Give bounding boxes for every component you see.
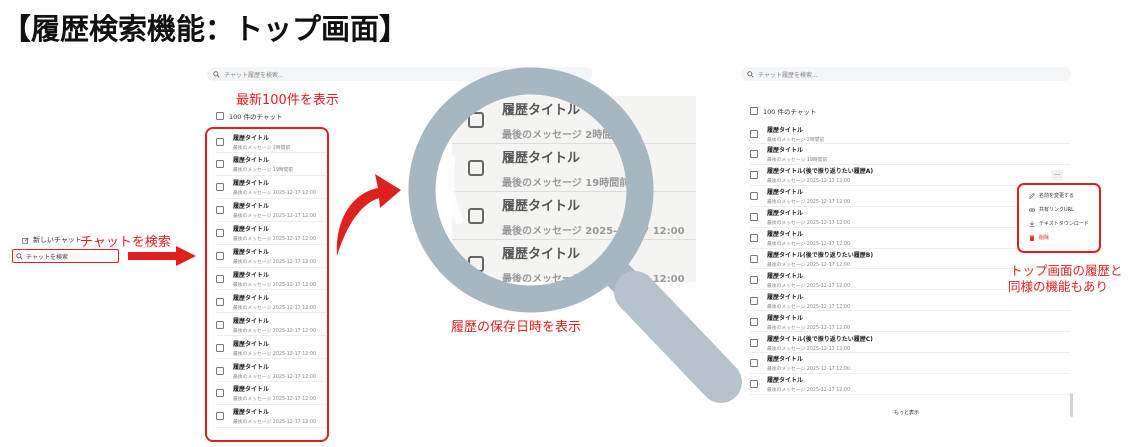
list-item-title: 履歴タイトル bbox=[767, 293, 804, 301]
list-item-subtitle: 最後のメッセージ 2025-12-17 12:00 bbox=[767, 304, 851, 310]
page-heading: 【履歴検索機能：トップ画面】 bbox=[2, 12, 409, 46]
checkbox[interactable] bbox=[750, 171, 758, 180]
search-icon bbox=[16, 252, 23, 260]
checkbox[interactable] bbox=[750, 338, 758, 347]
download-icon bbox=[1029, 220, 1035, 227]
list-item-title: 履歴タイトル bbox=[767, 356, 804, 364]
list-item-subtitle: 最後のメッセージ 2025-12-17 12:00 bbox=[767, 346, 851, 352]
list-item-title: 履歴タイトル bbox=[767, 189, 804, 197]
list-item[interactable]: 履歴タイトル最後のメッセージ 2025-12-17 12:00 bbox=[750, 354, 1070, 374]
checkbox[interactable] bbox=[216, 112, 224, 120]
checkbox[interactable] bbox=[750, 380, 758, 389]
checkbox[interactable] bbox=[750, 254, 758, 263]
menu-download[interactable]: テキストダウンロード bbox=[1029, 220, 1089, 227]
new-chat-label: 新しいチャット bbox=[33, 236, 82, 244]
link-icon bbox=[1029, 208, 1035, 211]
list-item-title: 履歴タイトル bbox=[767, 377, 804, 385]
list-item-text: 履歴タイトル(後で振り返りたい履歴A) 最後のメッセージ 2025-12-17 1… bbox=[767, 166, 873, 184]
list-item[interactable]: 履歴タイトル最後のメッセージ 2025-12-17 12:00 bbox=[750, 375, 1070, 395]
list-item-title: 履歴タイトル bbox=[767, 231, 804, 238]
list-item-title: 履歴タイトル bbox=[767, 210, 804, 218]
right-search-placeholder: チャット履歴を検索... bbox=[758, 71, 818, 79]
list-item-subtitle: 最後のメッセージ 19時間前 bbox=[767, 158, 828, 164]
show-more-button[interactable]: もっと表示 bbox=[894, 409, 919, 416]
menu-delete-label: 削除 bbox=[1039, 235, 1050, 241]
context-menu: 名前を変更する 共有リンクURL テキストダウンロード 削除 bbox=[1017, 183, 1101, 253]
latest100-annotation: 最新100件を表示 bbox=[236, 93, 339, 108]
list-item-text: 履歴タイトル最後のメッセージ 19時間前 bbox=[767, 145, 827, 163]
list-item-text: 履歴タイトル最後のメッセージ 2時間前 bbox=[767, 125, 824, 143]
left-count-label: 100 件のチャット bbox=[229, 113, 283, 121]
search-chat-label: チャットを検索 bbox=[26, 253, 68, 261]
magnifier-icon bbox=[408, 67, 742, 403]
menu-rename-label: 名前を変更する bbox=[1039, 193, 1075, 199]
same-features-annotation-2: 同様の機能もあり bbox=[1008, 279, 1109, 294]
checkbox[interactable] bbox=[750, 275, 758, 284]
list-item[interactable]: 履歴タイトル(後で振り返りたい履歴C) 最後のメッセージ 2025-12-17 1… bbox=[750, 333, 1070, 353]
highlight-left-list bbox=[205, 127, 329, 442]
checkbox[interactable] bbox=[750, 234, 758, 242]
search-chat-button[interactable]: チャットを検索 bbox=[12, 249, 119, 263]
item-menu-button[interactable]: … bbox=[1051, 170, 1063, 180]
list-item-subtitle: 最後のメッセージ 2025-12-17 12:00 bbox=[767, 200, 851, 206]
left-select-all[interactable]: 100 件のチャット bbox=[216, 111, 282, 121]
list-item-subtitle: 最後のメッセージ 2025-12-17 12:00 bbox=[767, 325, 851, 331]
list-item-subtitle: 最後のメッセージ 2025-12-17 12:00 bbox=[767, 283, 851, 289]
list-item-title: 履歴タイトル(後で振り返りたい履歴B) bbox=[767, 251, 874, 259]
menu-delete[interactable]: 削除 bbox=[1029, 234, 1049, 241]
menu-rename[interactable]: 名前を変更する bbox=[1029, 192, 1074, 199]
search-icon bbox=[747, 70, 754, 78]
list-item-text: 履歴タイトル最後のメッセージ 2025-12-17 12:00 bbox=[767, 229, 850, 247]
list-item-title: 履歴タイトル bbox=[767, 147, 804, 155]
arrow-right-icon bbox=[128, 246, 196, 266]
list-item-subtitle: 最後のメッセージ 2025-12-17 12:00 bbox=[767, 262, 851, 268]
checkbox[interactable] bbox=[750, 150, 758, 159]
checkbox[interactable] bbox=[750, 213, 758, 222]
list-item-subtitle: 最後のメッセージ 2025-12-17 12:00 bbox=[767, 242, 851, 247]
checkbox[interactable] bbox=[750, 107, 758, 115]
scrollbar[interactable] bbox=[1070, 393, 1073, 417]
compose-icon bbox=[22, 236, 29, 244]
list-item-text: 履歴タイトル最後のメッセージ 2025-12-17 12:00 bbox=[767, 187, 850, 205]
trash-icon bbox=[1029, 235, 1035, 241]
list-item-text: 履歴タイトル最後のメッセージ 2025-12-17 12:00 bbox=[767, 375, 850, 393]
right-select-all[interactable]: 100 件のチャット bbox=[750, 106, 816, 116]
menu-share-label: 共有リンクURL bbox=[1039, 207, 1074, 213]
list-item-subtitle: 最後のメッセージ 2025-12-17 12:00 bbox=[767, 179, 851, 185]
list-item-subtitle: 最後のメッセージ 2025-12-17 12:00 bbox=[767, 367, 851, 373]
list-item-title: 履歴タイトル(後で振り返りたい履歴C) bbox=[767, 335, 873, 343]
list-item[interactable]: 履歴タイトル最後のメッセージ 2025-12-17 12:00 bbox=[750, 312, 1070, 333]
pencil-icon bbox=[1029, 192, 1035, 199]
menu-share-link[interactable]: 共有リンクURL bbox=[1029, 206, 1074, 213]
checkbox[interactable] bbox=[750, 359, 758, 368]
list-item-text: 履歴タイトル最後のメッセージ 2025-12-17 12:00 bbox=[767, 354, 850, 372]
list-item-text: 履歴タイトル(後で振り返りたい履歴C) 最後のメッセージ 2025-12-17 1… bbox=[767, 334, 873, 352]
list-item-text: 履歴タイトル最後のメッセージ 2025-12-17 12:00 bbox=[767, 292, 850, 310]
list-item-title: 履歴タイトル(後で振り返りたい履歴A) bbox=[767, 168, 874, 176]
search-icon bbox=[213, 70, 220, 78]
list-item-text: 履歴タイトル最後のメッセージ 2025-12-17 12:00 bbox=[767, 271, 850, 289]
checkbox[interactable] bbox=[750, 317, 758, 326]
list-item-subtitle: 最後のメッセージ 2025-12-17 12:00 bbox=[767, 388, 851, 394]
left-search-placeholder: チャット履歴を検索... bbox=[224, 71, 284, 79]
checkbox[interactable] bbox=[750, 296, 758, 305]
list-item-title: 履歴タイトル bbox=[767, 272, 804, 280]
list-item-title: 履歴タイトル bbox=[767, 126, 804, 134]
right-count-label: 100 件のチャット bbox=[763, 108, 817, 116]
list-item[interactable]: 履歴タイトル最後のメッセージ 19時間前 bbox=[750, 145, 1070, 165]
list-item-subtitle: 最後のメッセージ 2時間前 bbox=[767, 137, 825, 143]
checkbox[interactable] bbox=[750, 192, 758, 201]
list-item-text: 履歴タイトル(後で振り返りたい履歴B) 最後のメッセージ 2025-12-17 1… bbox=[767, 250, 873, 268]
menu-download-label: テキストダウンロード bbox=[1039, 221, 1089, 227]
list-item[interactable]: 履歴タイトル最後のメッセージ 2時間前 bbox=[750, 124, 1070, 144]
list-item-subtitle: 最後のメッセージ 2025-12-17 12:00 bbox=[767, 221, 851, 227]
right-search-input[interactable]: チャット履歴を検索... bbox=[741, 67, 1071, 81]
list-item-title: 履歴タイトル bbox=[767, 314, 804, 322]
list-item-text: 履歴タイトル最後のメッセージ 2025-12-17 12:00 bbox=[767, 208, 850, 226]
checkbox[interactable] bbox=[750, 129, 758, 138]
save-datetime-annotation: 履歴の保存日時を表示 bbox=[451, 320, 582, 335]
curved-arrow-icon bbox=[336, 174, 401, 256]
list-item-text: 履歴タイトル最後のメッセージ 2025-12-17 12:00 bbox=[767, 313, 850, 331]
